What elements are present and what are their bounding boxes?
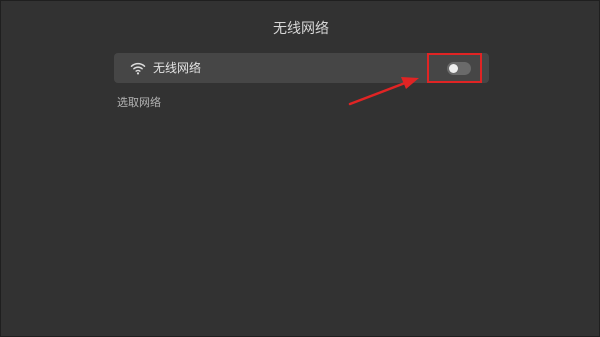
wireless-toggle-switch[interactable] [447,62,471,75]
wireless-network-label: 无线网络 [153,61,202,75]
toggle-knob [449,64,458,73]
page-title: 无线网络 [273,21,329,37]
annotation-arrow [348,77,419,106]
choose-network-label: 选取网络 [117,96,161,109]
wifi-icon [130,60,146,76]
wireless-settings-screen: 无线网络 无线网络 选取网络 [0,0,600,337]
wireless-network-row[interactable]: 无线网络 [114,53,489,83]
